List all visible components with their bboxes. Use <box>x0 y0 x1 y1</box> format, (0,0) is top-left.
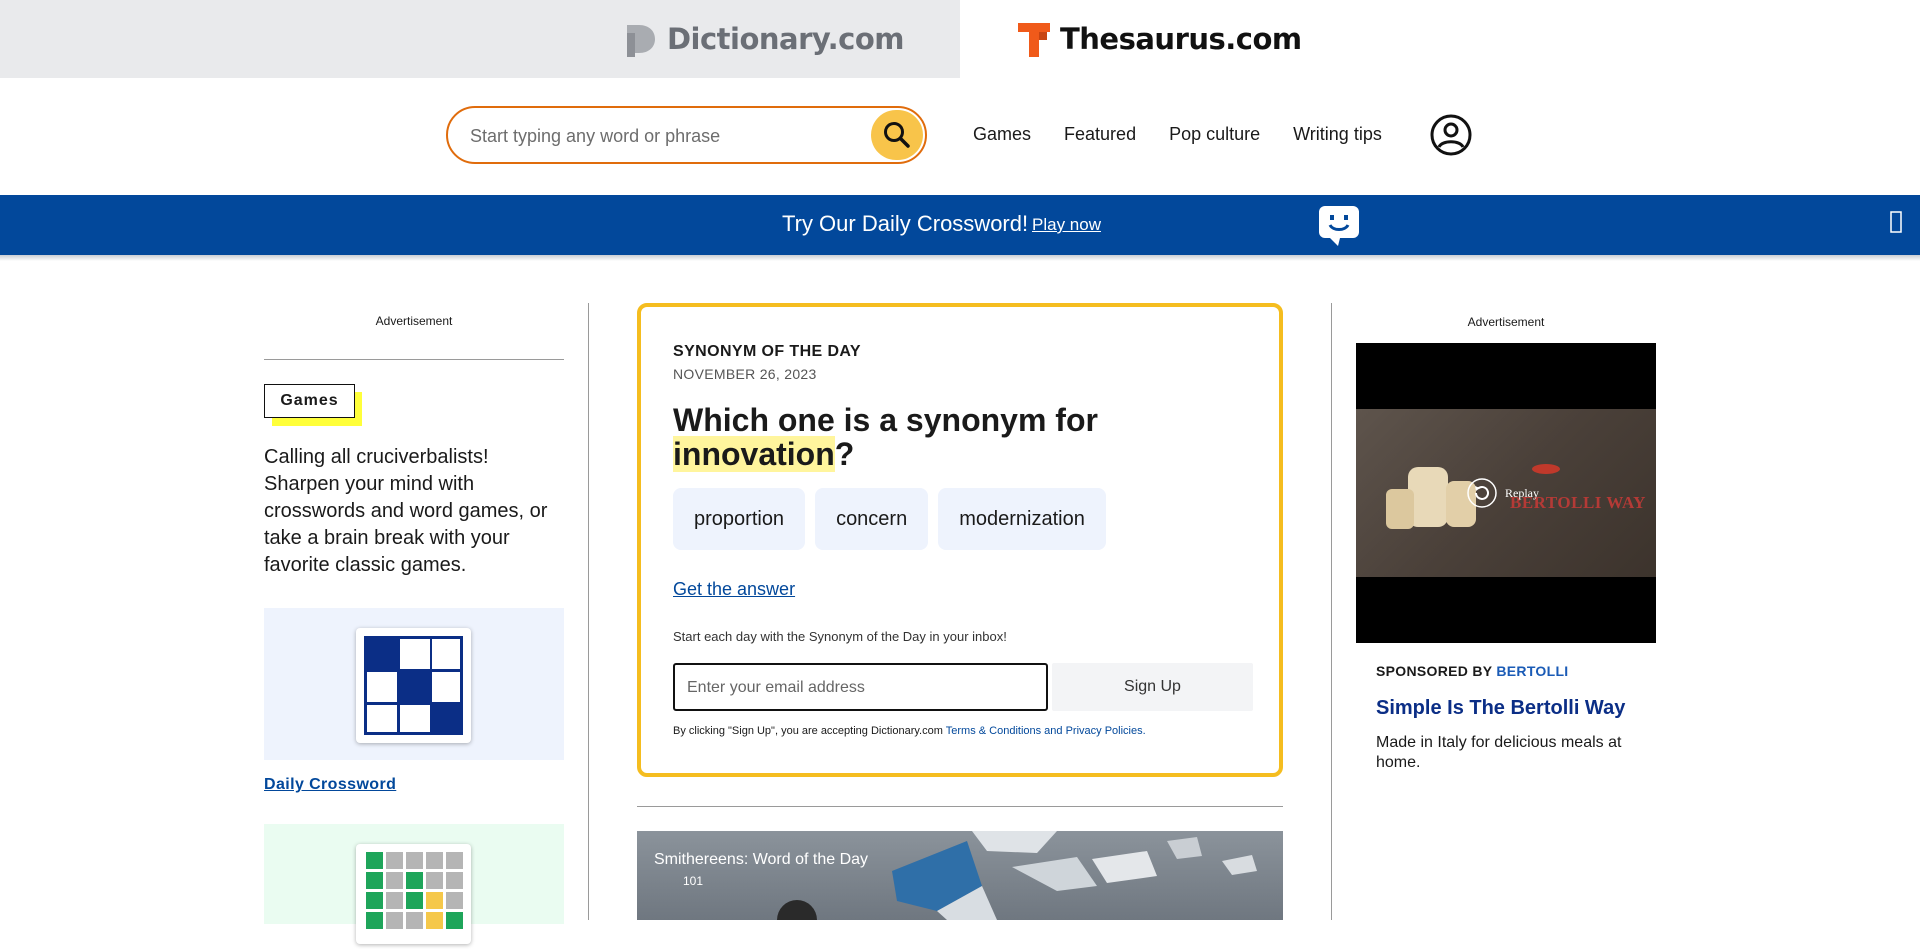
replay-label: Replay <box>1505 485 1539 500</box>
banner-close-button[interactable] <box>1890 211 1902 239</box>
word-game-cell <box>366 852 383 869</box>
brand-bar: Dictionary.com Thesaurus.com <box>0 0 1920 78</box>
word-game-cell <box>386 892 403 909</box>
word-game-cell <box>366 912 383 929</box>
word-game-cell <box>366 872 383 889</box>
search-button[interactable] <box>871 110 923 160</box>
choice-proportion[interactable]: proportion <box>673 488 806 550</box>
play-now-link[interactable]: Play now <box>1032 215 1101 235</box>
dictionary-logo-icon <box>626 25 655 57</box>
left-divider <box>264 359 564 360</box>
ad-video-player[interactable]: BERTOLLI WAY Replay <box>1356 343 1656 643</box>
header: Games Featured Pop culture Writing tips <box>0 78 1920 195</box>
word-game-cell <box>426 912 443 929</box>
terms-text: By clicking "Sign Up", you are accepting… <box>673 725 1146 737</box>
word-game-cell <box>386 912 403 929</box>
video-subtitle: 101 <box>683 874 704 888</box>
user-account-button[interactable] <box>1430 114 1472 161</box>
right-ad-label: Advertisement <box>1467 315 1545 329</box>
search-box <box>446 106 927 164</box>
games-description: Calling all cruciverbalists! Sharpen you… <box>264 446 548 576</box>
choice-modernization[interactable]: modernization <box>938 488 1106 550</box>
sotd-question-suffix: ? <box>834 436 855 472</box>
banner-text: Try Our Daily Crossword! <box>782 211 1029 236</box>
word-of-the-day-video[interactable]: Smithereens: Word of the Day 101 <box>637 831 1283 920</box>
word-game-cell <box>366 892 383 909</box>
word-game-cell <box>426 892 443 909</box>
thesaurus-tab[interactable]: Thesaurus.com <box>960 0 1920 78</box>
search-icon <box>884 122 910 148</box>
inbox-text: Start each day with the Synonym of the D… <box>673 629 1007 644</box>
word-game-cell <box>426 852 443 869</box>
word-game-cell <box>406 872 423 889</box>
center-divider <box>637 806 1283 807</box>
email-field-wrapper <box>673 663 1048 711</box>
word-game-card <box>356 844 471 944</box>
word-game-cell <box>446 892 463 909</box>
sotd-word: innovation <box>673 436 835 472</box>
word-game-grid-icon <box>366 852 463 929</box>
replay-button[interactable]: Replay <box>1467 478 1539 508</box>
nav-games[interactable]: Games <box>973 124 1031 145</box>
sponsored-label: SPONSORED BY BERTOLLI <box>1376 663 1569 679</box>
word-game-tile[interactable] <box>264 824 564 944</box>
sotd-label: SYNONYM OF THE DAY <box>673 343 861 360</box>
user-icon <box>1430 114 1472 156</box>
ad-headline[interactable]: Simple Is The Bertolli Way <box>1376 697 1625 720</box>
dictionary-tab[interactable]: Dictionary.com <box>0 0 960 78</box>
crossword-bubble <box>1318 205 1360 252</box>
choice-concern[interactable]: concern <box>815 488 929 550</box>
crossword-bubble-icon <box>1319 206 1359 246</box>
thesaurus-logo-icon <box>1018 23 1050 57</box>
daily-crossword-link[interactable]: Daily Crossword <box>264 776 396 794</box>
synonym-of-the-day-card: SYNONYM OF THE DAY NOVEMBER 26, 2023 Whi… <box>637 303 1283 777</box>
search-input[interactable] <box>470 122 850 150</box>
thesaurus-logo[interactable]: Thesaurus.com <box>1018 21 1302 57</box>
sponsored-prefix: SPONSORED BY <box>1376 663 1493 679</box>
sponsor-name[interactable]: BERTOLLI <box>1496 663 1568 679</box>
video-thumbnail <box>777 831 1257 920</box>
word-game-cell <box>446 872 463 889</box>
banner-shadow <box>0 255 1920 261</box>
get-answer-link[interactable]: Get the answer <box>673 579 795 600</box>
dictionary-logo-text: Dictionary.com <box>666 22 905 56</box>
crossword-grid-icon <box>364 636 463 735</box>
left-column-divider <box>588 303 589 920</box>
left-ad-label: Advertisement <box>375 314 453 328</box>
terms-link[interactable]: Terms & Conditions and Privacy Policies. <box>946 725 1146 737</box>
dictionary-logo[interactable]: Dictionary.com <box>625 21 905 57</box>
sotd-question: Which one is a synonym for innovation? <box>673 402 1233 472</box>
word-game-cell <box>426 872 443 889</box>
word-game-cell <box>406 912 423 929</box>
replay-icon <box>1467 478 1497 508</box>
thesaurus-logo-text: Thesaurus.com <box>1060 22 1302 56</box>
word-game-cell <box>386 852 403 869</box>
word-game-cell <box>446 852 463 869</box>
right-column-divider <box>1331 303 1332 920</box>
sign-up-button[interactable]: Sign Up <box>1052 663 1253 711</box>
crossword-banner: Try Our Daily Crossword! Play now <box>0 195 1920 255</box>
word-game-cell <box>406 852 423 869</box>
terms-prefix: By clicking "Sign Up", you are accepting… <box>673 725 943 737</box>
word-game-cell <box>406 892 423 909</box>
sotd-date: NOVEMBER 26, 2023 <box>673 366 817 382</box>
choice-list: proportion concern modernization <box>673 488 1106 550</box>
email-field[interactable] <box>687 677 1027 699</box>
ad-body: Made in Italy for delicious meals at hom… <box>1376 734 1622 771</box>
nav-featured[interactable]: Featured <box>1064 124 1136 145</box>
crossword-card <box>356 628 471 743</box>
nav-writing-tips[interactable]: Writing tips <box>1293 124 1382 145</box>
nav-pop-culture[interactable]: Pop culture <box>1169 124 1260 145</box>
ad-video-frame: BERTOLLI WAY Replay <box>1356 409 1656 577</box>
word-game-cell <box>386 872 403 889</box>
games-tag: Games <box>264 384 355 418</box>
word-game-cell <box>446 912 463 929</box>
sotd-question-prefix: Which one is a synonym for <box>673 402 1098 438</box>
main-nav: Games Featured Pop culture Writing tips <box>973 124 1415 145</box>
close-icon <box>1890 211 1902 233</box>
video-title: Smithereens: Word of the Day <box>654 851 869 868</box>
daily-crossword-tile[interactable] <box>264 608 564 760</box>
